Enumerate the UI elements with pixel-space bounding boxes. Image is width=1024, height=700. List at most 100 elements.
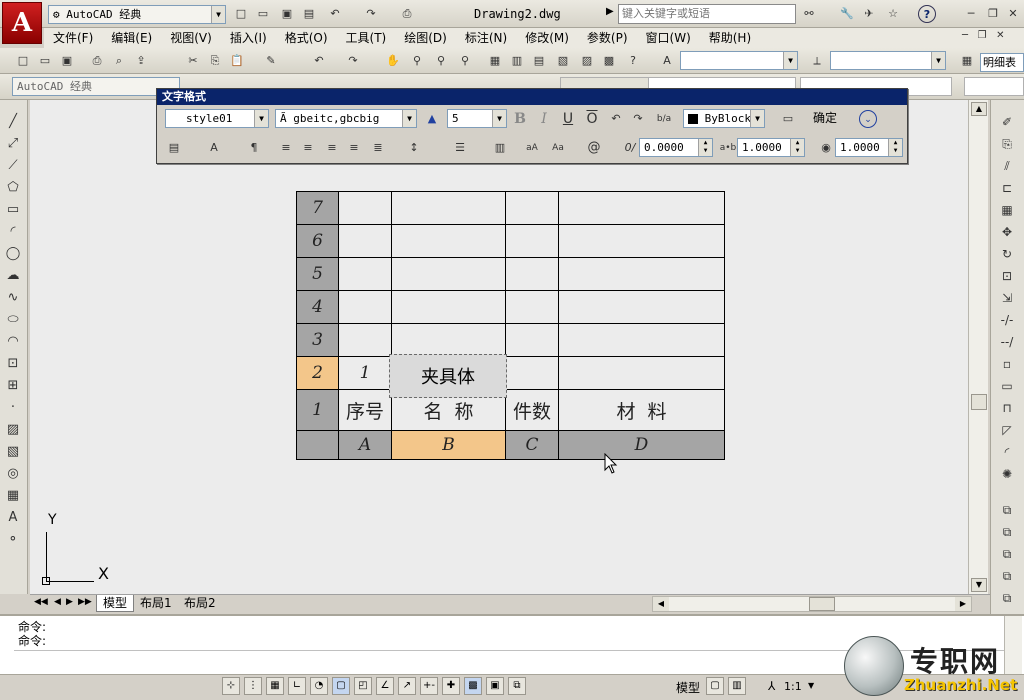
addselected-icon[interactable]: ⚬ <box>3 530 23 550</box>
new-icon[interactable]: □ <box>232 5 250 23</box>
table-cell[interactable] <box>558 224 725 258</box>
saveas-icon[interactable]: ▤ <box>300 5 318 23</box>
calc-icon[interactable]: ▩ <box>600 52 618 70</box>
offset-icon[interactable]: ⊏ <box>997 178 1017 198</box>
menu-help[interactable]: 帮助(H) <box>700 28 760 48</box>
doc-minimize-icon[interactable]: ─ <box>962 30 968 41</box>
options-icon[interactable]: ⌄ <box>859 110 877 128</box>
status-model-label[interactable]: 模型 <box>676 679 700 696</box>
symbol-icon[interactable]: @ <box>585 139 603 157</box>
row-header-1[interactable]: 1 <box>296 389 339 431</box>
restore-icon[interactable]: ❐ <box>984 5 1002 23</box>
designcenter-icon[interactable]: ▥ <box>508 52 526 70</box>
redo-icon[interactable]: ↷ <box>362 5 380 23</box>
text-format-title-bar[interactable]: 文字格式 <box>157 89 907 105</box>
table-cell[interactable] <box>505 224 559 258</box>
text-style-select[interactable]: ▼ <box>680 51 798 70</box>
table-cell[interactable] <box>558 290 725 324</box>
explode-icon[interactable]: ✺ <box>997 464 1017 484</box>
redo-text-icon[interactable]: ↷ <box>629 110 647 128</box>
scroll-down-icon[interactable]: ▼ <box>971 578 987 592</box>
dim-style-select[interactable]: ▼ <box>830 51 946 70</box>
ok-button[interactable]: 确定 <box>807 109 843 128</box>
stretch-icon[interactable]: ⇲ <box>997 288 1017 308</box>
table-cell[interactable] <box>338 323 392 357</box>
table-cell[interactable] <box>391 323 506 357</box>
hatch-icon[interactable]: ▨ <box>3 420 23 440</box>
hscroll-right-icon[interactable]: ▶ <box>955 597 971 611</box>
qp-icon[interactable]: ▣ <box>486 677 504 695</box>
lwt-icon[interactable]: ✚ <box>442 677 460 695</box>
font-combo[interactable]: Ã gbeitc,gbcbig ▼ <box>275 109 417 128</box>
qnew-icon[interactable]: □ <box>14 52 32 70</box>
sc-icon[interactable]: ⧉ <box>508 677 526 695</box>
table-icon[interactable]: ▦ <box>3 486 23 506</box>
horizontal-scrollbar[interactable]: ◀ ▶ <box>652 596 972 612</box>
markup-icon[interactable]: ▨ <box>578 52 596 70</box>
overline-button[interactable]: O <box>583 110 601 128</box>
ducs-icon[interactable]: ↗ <box>398 677 416 695</box>
redo2-icon[interactable]: ↷ <box>344 52 362 70</box>
table-cell[interactable]: 件数 <box>505 389 559 431</box>
undo-text-icon[interactable]: ↶ <box>607 110 625 128</box>
infer-icon[interactable]: ⊹ <box>222 677 240 695</box>
menu-modify[interactable]: 修改(M) <box>516 28 578 48</box>
row-header-3[interactable]: 3 <box>296 323 339 357</box>
scale-dropdown-icon[interactable]: ▼ <box>808 681 814 690</box>
help2-icon[interactable]: ? <box>624 52 642 70</box>
table-cell[interactable] <box>558 257 725 291</box>
table-cell[interactable] <box>391 257 506 291</box>
underline-button[interactable]: U <box>559 110 577 128</box>
scroll-thumb[interactable] <box>971 394 987 410</box>
break-icon[interactable]: ▭ <box>997 376 1017 396</box>
menu-view[interactable]: 视图(V) <box>161 28 221 48</box>
table-cell[interactable] <box>338 290 392 324</box>
oblique-angle-input[interactable]: 0.0000 ▲ ▼ <box>639 138 713 157</box>
rectangle-icon[interactable]: ▭ <box>3 200 23 220</box>
join-icon[interactable]: ⊓ <box>997 398 1017 418</box>
textstyle-icon[interactable]: A <box>658 52 676 70</box>
chamfer-icon[interactable]: ◸ <box>997 420 1017 440</box>
gradient-icon[interactable]: ▧ <box>3 442 23 462</box>
scale-icon[interactable]: ⊡ <box>997 266 1017 286</box>
tpy-icon[interactable]: ▩ <box>464 677 482 695</box>
region-icon[interactable]: ◎ <box>3 464 23 484</box>
line-icon[interactable]: ╱ <box>3 112 23 132</box>
save-icon[interactable]: ▣ <box>278 5 296 23</box>
sheetset-icon[interactable]: ▧ <box>554 52 572 70</box>
polygon-icon[interactable]: ⬠ <box>3 178 23 198</box>
grid-icon[interactable]: ▦ <box>266 677 284 695</box>
scroll-up-icon[interactable]: ▲ <box>971 102 987 116</box>
align-right-icon[interactable]: ≡ <box>323 139 341 157</box>
spline-icon[interactable]: ∿ <box>3 288 23 308</box>
snap-icon[interactable]: ⋮ <box>244 677 262 695</box>
layout-view-icon[interactable]: ▢ <box>706 677 724 695</box>
table-cell[interactable] <box>505 290 559 324</box>
table-cell[interactable] <box>505 191 559 225</box>
align-distribute-icon[interactable]: ≣ <box>369 139 387 157</box>
extend-icon[interactable]: --/ <box>997 332 1017 352</box>
hscroll-left-icon[interactable]: ◀ <box>653 597 669 611</box>
table-cell[interactable] <box>505 356 559 390</box>
tab-layout2[interactable]: 布局2 <box>180 595 220 612</box>
3dosnap-icon[interactable]: ◰ <box>354 677 372 695</box>
dimstyle-icon[interactable]: ⟂ <box>808 52 826 70</box>
table-cell[interactable] <box>391 191 506 225</box>
preview-icon[interactable]: ⌕ <box>110 52 128 70</box>
insert-block-icon[interactable]: ⊡ <box>3 354 23 374</box>
draworder5-icon[interactable]: ⧉ <box>997 588 1017 608</box>
table-cell[interactable] <box>338 191 392 225</box>
undo2-icon[interactable]: ↶ <box>310 52 328 70</box>
table-cell[interactable] <box>558 191 725 225</box>
columns-icon[interactable]: ▤ <box>165 139 183 157</box>
draworder-icon[interactable]: ⧉ <box>997 500 1017 520</box>
width-factor-input[interactable]: 1.0000 ▲ ▼ <box>835 138 903 157</box>
numbering-icon[interactable]: ☰ <box>451 139 469 157</box>
row-header-7[interactable]: 7 <box>296 191 339 225</box>
table-cell[interactable] <box>505 323 559 357</box>
zoom-prev-icon[interactable]: ⚲ <box>456 52 474 70</box>
pan-icon[interactable]: ✋ <box>384 52 402 70</box>
corner-cell[interactable] <box>296 430 339 460</box>
ellipse-arc-icon[interactable]: ◠ <box>3 332 23 352</box>
table-cell[interactable]: 材 料 <box>558 389 725 431</box>
